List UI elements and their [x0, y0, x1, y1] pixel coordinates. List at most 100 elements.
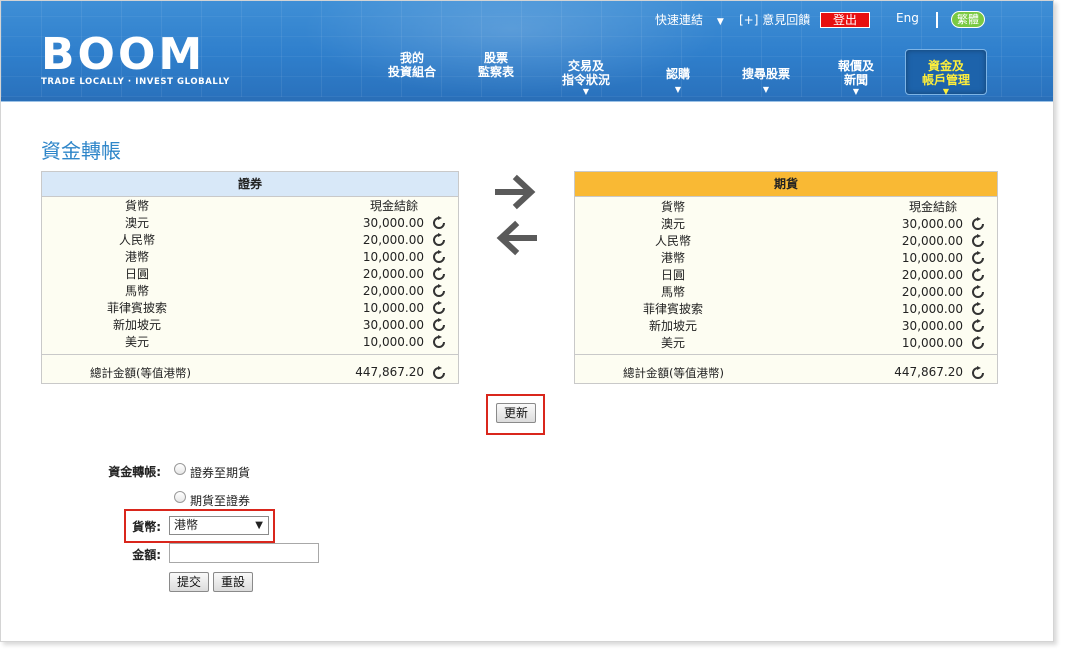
refresh-icon[interactable]	[432, 366, 446, 380]
chevron-down-icon: ▼	[255, 520, 263, 531]
amount-input[interactable]	[169, 543, 319, 563]
refresh-icon[interactable]	[432, 284, 446, 298]
row-currency: 澳元	[124, 216, 149, 230]
logo-wordmark: BOOM	[41, 29, 206, 80]
row-amount: 20,000.00	[901, 268, 963, 282]
header-divider-light	[1, 101, 1053, 102]
radio-securities-to-futures[interactable]	[174, 463, 186, 475]
row-currency: 馬幣	[660, 285, 685, 299]
table-header-row: 貨幣 現金結餘	[42, 198, 458, 215]
nav-watchlist-line1: 股票	[483, 51, 508, 65]
nav-quotes-news-line1: 報價及	[837, 59, 874, 73]
refresh-icon[interactable]	[432, 301, 446, 315]
nav-funds-account-line1: 資金及	[927, 59, 964, 73]
refresh-icon[interactable]	[432, 267, 446, 281]
nav-watchlist-line2: 監察表	[477, 65, 514, 79]
nav-portfolio[interactable]: 我的 投資組合	[379, 51, 445, 79]
row-amount: 10,000.00	[362, 335, 424, 349]
currency-select-value: 港幣	[174, 518, 199, 532]
chevron-down-icon: ▼	[942, 87, 950, 96]
row-currency: 日圓	[660, 268, 685, 282]
lang-english-link[interactable]: Eng	[896, 11, 919, 25]
column-header-balance: 現金結餘	[908, 200, 957, 214]
radio-futures-to-securities-label: 期貨至證券	[190, 494, 251, 508]
row-amount: 30,000.00	[901, 319, 963, 333]
site-logo[interactable]: BOOM TRADE LOCALLY · INVEST GLOBALLY	[41, 29, 230, 88]
nav-stock-search-label: 搜尋股票	[741, 67, 790, 81]
refresh-icon[interactable]	[971, 285, 985, 299]
refresh-icon[interactable]	[971, 336, 985, 350]
row-currency: 港幣	[660, 251, 685, 265]
row-amount: 30,000.00	[362, 216, 424, 230]
feedback-link[interactable]: [+] 意見回饋	[739, 11, 810, 28]
refresh-icon[interactable]	[971, 268, 985, 282]
refresh-button[interactable]: 更新	[496, 403, 536, 423]
row-amount: 20,000.00	[362, 267, 424, 281]
lang-divider	[936, 12, 938, 28]
nav-trade-orders[interactable]: 交易及 指令狀況 ▼	[553, 59, 619, 97]
nav-portfolio-line1: 我的	[399, 51, 424, 65]
refresh-icon[interactable]	[432, 233, 446, 247]
nav-portfolio-line2: 投資組合	[387, 65, 436, 79]
row-currency: 新加坡元	[112, 318, 161, 332]
column-header-balance: 現金結餘	[369, 199, 418, 213]
row-currency: 美元	[124, 335, 149, 349]
table-row: 新加坡元 30,000.00	[575, 318, 997, 335]
row-currency: 港幣	[124, 250, 149, 264]
total-amount: 447,867.20	[894, 365, 963, 379]
table-row: 人民幣 20,000.00	[42, 232, 458, 249]
row-amount: 20,000.00	[362, 233, 424, 247]
nav-watchlist[interactable]: 股票 監察表	[463, 51, 529, 79]
refresh-icon[interactable]	[971, 366, 985, 380]
nav-funds-account[interactable]: 資金及 帳戶管理 ▼	[913, 59, 979, 97]
row-currency: 澳元	[660, 217, 685, 231]
futures-panel: 期貨 貨幣 現金結餘 澳元 30,000.00 人民幣 20,000.00 港幣…	[574, 171, 998, 384]
table-row: 日圓 20,000.00	[575, 267, 997, 284]
row-amount: 30,000.00	[901, 217, 963, 231]
table-row: 馬幣 20,000.00	[575, 284, 997, 301]
row-amount: 10,000.00	[901, 336, 963, 350]
row-amount: 10,000.00	[362, 250, 424, 264]
nav-subscription[interactable]: 認購 ▼	[645, 67, 711, 95]
column-header-currency: 貨幣	[124, 199, 149, 213]
total-amount: 447,867.20	[355, 365, 424, 379]
row-amount: 10,000.00	[901, 251, 963, 265]
table-row: 澳元 30,000.00	[42, 215, 458, 232]
chevron-down-icon: ▼	[852, 87, 860, 96]
nav-trade-orders-line1: 交易及	[567, 59, 604, 73]
nav-stock-search[interactable]: 搜尋股票 ▼	[731, 67, 801, 95]
refresh-icon[interactable]	[971, 302, 985, 316]
radio-futures-to-securities[interactable]	[174, 491, 186, 503]
table-row: 澳元 30,000.00	[575, 216, 997, 233]
refresh-icon[interactable]	[432, 318, 446, 332]
page-frame: BOOM TRADE LOCALLY · INVEST GLOBALLY 快速連…	[0, 0, 1054, 642]
refresh-icon[interactable]	[432, 250, 446, 264]
table-row: 美元 10,000.00	[42, 334, 458, 351]
chevron-down-icon: ▼	[716, 17, 724, 27]
logout-button[interactable]: 登出	[820, 12, 871, 28]
table-row: 港幣 10,000.00	[575, 250, 997, 267]
row-currency: 菲律賓披索	[642, 302, 703, 316]
submit-button[interactable]: 提交	[169, 572, 209, 592]
lang-traditional-chinese-link[interactable]: 繁體	[951, 11, 985, 28]
row-amount: 30,000.00	[362, 318, 424, 332]
refresh-icon[interactable]	[971, 234, 985, 248]
chevron-down-icon: ▼	[582, 87, 590, 96]
row-amount: 20,000.00	[901, 285, 963, 299]
quick-links-menu[interactable]: 快速連結 ▼	[655, 11, 724, 28]
reset-button[interactable]: 重設	[213, 572, 253, 592]
securities-panel-title: 證券	[42, 172, 458, 197]
refresh-icon[interactable]	[971, 319, 985, 333]
refresh-icon[interactable]	[432, 216, 446, 230]
total-label: 總計金額(等值港幣)	[623, 366, 724, 380]
arrow-right-icon[interactable]	[495, 174, 537, 210]
currency-select[interactable]: 港幣 ▼	[169, 516, 269, 535]
table-row: 日圓 20,000.00	[42, 266, 458, 283]
refresh-icon[interactable]	[971, 217, 985, 231]
arrow-left-icon[interactable]	[495, 220, 537, 256]
site-header: BOOM TRADE LOCALLY · INVEST GLOBALLY 快速連…	[1, 1, 1053, 97]
nav-quotes-news[interactable]: 報價及 新聞 ▼	[823, 59, 889, 97]
securities-total-row: 總計金額(等值港幣) 447,867.20	[42, 354, 458, 383]
refresh-icon[interactable]	[971, 251, 985, 265]
refresh-icon[interactable]	[432, 335, 446, 349]
